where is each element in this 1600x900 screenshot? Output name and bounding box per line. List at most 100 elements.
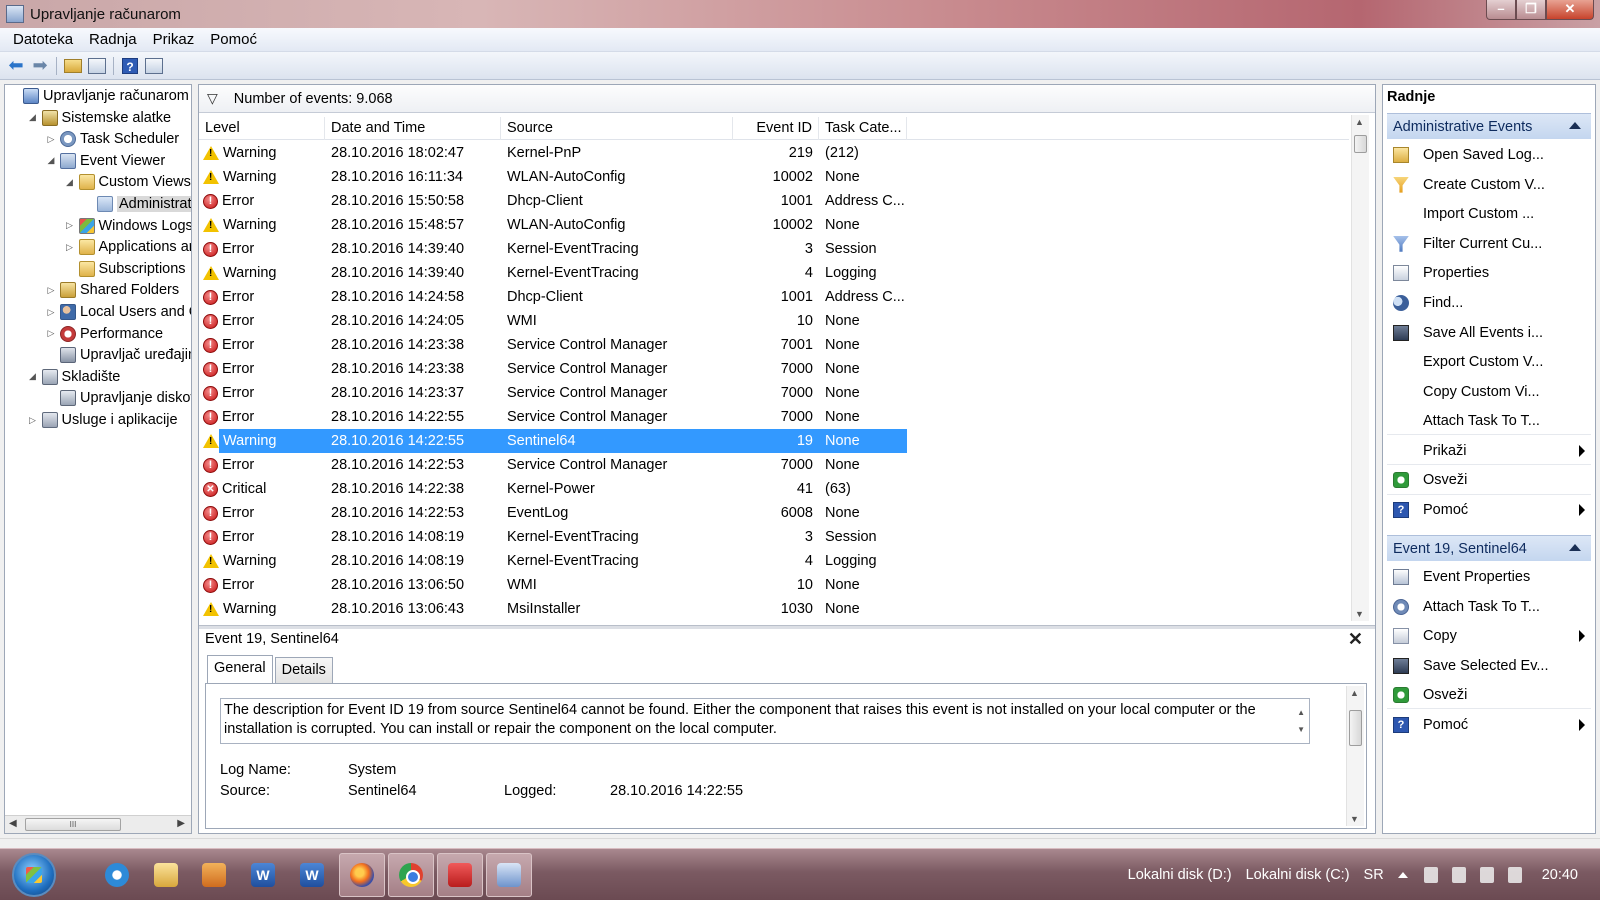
help-button[interactable]: ?	[120, 56, 140, 76]
taskbar-app-button[interactable]	[486, 853, 532, 897]
actions-section-header[interactable]: Event 19, Sentinel64	[1387, 535, 1591, 561]
scroll-left-icon[interactable]: ◀	[9, 818, 17, 829]
taskbar-app-button[interactable]	[388, 853, 434, 897]
column-header-date[interactable]: Date and Time	[325, 117, 501, 140]
column-header-level[interactable]: Level	[199, 117, 325, 140]
tree-item[interactable]: ▷ Windows Logs	[65, 215, 191, 237]
column-header-task-category[interactable]: Task Cate...	[819, 117, 907, 140]
menu-radnja[interactable]: Radnja	[81, 31, 145, 48]
show-hidden-icons-icon[interactable]	[1397, 872, 1408, 878]
taskbar-app-button[interactable]	[191, 853, 237, 897]
action-item[interactable]: Open Saved Log...	[1387, 141, 1591, 169]
tree-item[interactable]: Administrativ	[83, 193, 191, 215]
event-row[interactable]: Warning 28.10.2016 14:22:55Sentinel6419No…	[199, 429, 1349, 453]
action-item[interactable]: Filter Current Cu...	[1387, 230, 1591, 258]
action-item[interactable]: Attach Task To T...	[1387, 407, 1591, 436]
action-item[interactable]: Prikaži	[1387, 437, 1591, 465]
event-row[interactable]: ! Error 28.10.2016 14:22:53 Service Control…	[199, 453, 1349, 477]
clock[interactable]: 20:40	[1542, 867, 1578, 883]
event-row[interactable]: ! Error 28.10.2016 14:08:19 Kernel-EventTra…	[199, 525, 1349, 549]
action-item[interactable]: Find...	[1387, 289, 1591, 317]
column-header-source[interactable]: Source	[501, 117, 733, 140]
scroll-down-icon[interactable]: ▼	[1350, 814, 1359, 824]
event-row[interactable]: ! Error 28.10.2016 14:23:37 Service Control…	[199, 381, 1349, 405]
expander-icon[interactable]: ▷	[46, 328, 56, 339]
expander-icon[interactable]: ◢	[28, 112, 38, 123]
event-description[interactable]: The description for Event ID 19 from sou…	[220, 698, 1310, 744]
menu-datoteka[interactable]: Datoteka	[0, 31, 81, 48]
column-header-event-id[interactable]: Event ID	[733, 117, 819, 140]
action-item[interactable]: Osveži	[1387, 467, 1591, 495]
scroll-up-icon[interactable]: ▲	[1350, 688, 1359, 698]
expander-icon[interactable]: ▷	[46, 285, 56, 296]
event-row[interactable]: ! Error 28.10.2016 14:23:38 Service Control…	[199, 357, 1349, 381]
tree-item[interactable]: ▷ Usluge i aplikacije	[28, 409, 178, 431]
minimize-button[interactable]: –	[1486, 0, 1516, 20]
actions-section-header[interactable]: Administrative Events	[1387, 113, 1591, 139]
tree-item[interactable]: ▷ Task Scheduler	[46, 128, 179, 150]
event-row[interactable]: Warning 28.10.2016 16:11:34 WLAN-AutoConfi…	[199, 165, 1349, 189]
tray-drive-c[interactable]: Lokalni disk (C:)	[1246, 867, 1350, 883]
event-row[interactable]: ! Error 28.10.2016 14:24:05 WMI 10 None	[199, 309, 1349, 333]
action-item[interactable]: Save Selected Ev...	[1387, 652, 1591, 680]
event-row[interactable]: Warning 28.10.2016 15:48:57 WLAN-AutoConfi…	[199, 213, 1349, 237]
taskbar-app-button[interactable]	[339, 853, 385, 897]
event-row[interactable]: ! Error 28.10.2016 14:22:55 Service Control…	[199, 405, 1349, 429]
close-icon[interactable]: ✕	[1348, 629, 1363, 650]
tree-item[interactable]: ▷ Shared Folders	[46, 279, 179, 301]
tree-item[interactable]: ▷ Local Users and Gr	[46, 301, 191, 323]
action-item[interactable]: Export Custom V...	[1387, 348, 1591, 376]
scrollbar-thumb[interactable]	[1349, 710, 1362, 746]
taskbar-app-button[interactable]: W	[240, 853, 286, 897]
event-row[interactable]: ! Error 28.10.2016 14:23:38 Service Control…	[199, 333, 1349, 357]
tray-drive-d[interactable]: Lokalni disk (D:)	[1128, 867, 1232, 883]
event-row[interactable]: Warning 28.10.2016 14:08:19 Kernel-EventTr…	[199, 549, 1349, 573]
action-item[interactable]: Save All Events i...	[1387, 319, 1591, 347]
event-row[interactable]: Warning 28.10.2016 13:06:43 MsiInstaller 10…	[199, 597, 1349, 621]
taskbar-app-button[interactable]: W	[289, 853, 335, 897]
tree-item[interactable]: ▷ Applications an	[65, 236, 191, 258]
action-item[interactable]: Create Custom V...	[1387, 171, 1591, 199]
scroll-down-icon[interactable]: ▼	[1355, 609, 1364, 619]
up-folder-button[interactable]	[63, 56, 83, 76]
back-arrow-icon[interactable]: ⬅	[6, 55, 26, 76]
taskbar-app-button[interactable]	[437, 853, 483, 897]
event-row[interactable]: ! Error 28.10.2016 14:24:58 Dhcp-Client 1001…	[199, 285, 1349, 309]
tree-item[interactable]: ◢ Custom Views	[65, 171, 191, 193]
action-item[interactable]: Attach Task To T...	[1387, 593, 1591, 621]
tree-item[interactable]: ▷ Performance	[46, 323, 163, 345]
tree-item[interactable]: ◢ Event Viewer	[46, 150, 165, 172]
tree-item[interactable]: Upravljanje diskovi	[46, 387, 191, 409]
action-item[interactable]: Event Properties	[1387, 563, 1591, 591]
taskbar-app-button[interactable]	[94, 853, 140, 897]
close-button[interactable]: ✕	[1546, 0, 1594, 20]
show-hide-tree-button[interactable]	[87, 56, 107, 76]
expander-icon[interactable]: ◢	[46, 155, 56, 166]
show-hide-action-pane-button[interactable]	[144, 56, 164, 76]
tree-horizontal-scrollbar[interactable]: ◀ III ▶	[5, 815, 191, 833]
action-center-flag-icon[interactable]	[1423, 867, 1438, 883]
event-row[interactable]: ! Error 28.10.2016 13:06:50 WMI 10 None	[199, 573, 1349, 597]
expander-icon[interactable]: ▷	[65, 242, 75, 253]
event-row[interactable]: Warning 28.10.2016 18:02:47 Kernel-PnP 219 (…	[199, 141, 1349, 165]
action-item[interactable]: ? Pomoć	[1387, 496, 1591, 524]
scrollbar-thumb[interactable]	[1354, 135, 1367, 153]
scroll-down-icon[interactable]: ▼	[1297, 720, 1305, 739]
event-row[interactable]: ! Error 28.10.2016 15:50:58 Dhcp-Client 1001…	[199, 189, 1349, 213]
tree-item[interactable]: ◢ Sistemske alatke	[28, 107, 171, 129]
event-list-scrollbar[interactable]: ▲ ▼	[1351, 115, 1369, 621]
expander-icon[interactable]: ▷	[46, 134, 56, 145]
action-item[interactable]: Copy Custom Vi...	[1387, 378, 1591, 406]
network-signal-icon[interactable]	[1479, 867, 1494, 883]
tab-details[interactable]: Details	[274, 657, 333, 683]
expander-icon[interactable]: ▷	[65, 220, 75, 231]
scroll-up-icon[interactable]: ▲	[1355, 117, 1364, 127]
event-row[interactable]: ✕ Critical 28.10.2016 14:22:38 Kernel-Power…	[199, 477, 1349, 501]
expander-icon[interactable]: ◢	[65, 177, 75, 188]
tree-item[interactable]: Subscriptions	[65, 258, 186, 280]
scrollbar-thumb[interactable]: III	[25, 818, 121, 831]
power-icon[interactable]	[1451, 867, 1466, 883]
expander-icon[interactable]: ▷	[28, 415, 38, 426]
volume-icon[interactable]	[1507, 867, 1522, 883]
language-indicator[interactable]: SR	[1364, 867, 1384, 883]
